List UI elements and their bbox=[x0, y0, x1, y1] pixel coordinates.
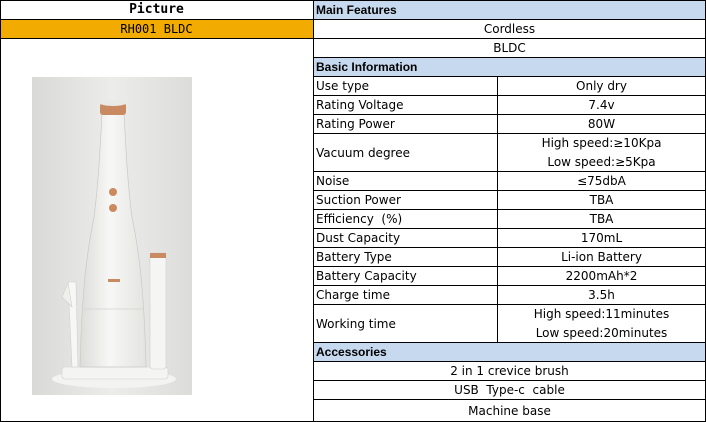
spec-label-text: Dust Capacity bbox=[316, 231, 401, 245]
spec-label-text: Battery Type bbox=[316, 250, 392, 264]
spec-value: High speed:≥10Kpa Low speed:≥5Kpa bbox=[498, 134, 706, 172]
spec-value: Only dry bbox=[498, 77, 706, 96]
spec-label: Working time bbox=[314, 305, 498, 343]
spec-label-text: Rating Voltage bbox=[316, 98, 404, 112]
picture-header-label: Picture bbox=[129, 2, 184, 17]
spec-value: 7.4v bbox=[498, 96, 706, 115]
product-image-cell bbox=[0, 39, 314, 422]
accessory-value: Machine base bbox=[468, 403, 551, 418]
top-cap bbox=[100, 100, 126, 106]
spec-label: Rating Voltage bbox=[314, 96, 498, 115]
spec-value-text: 170mL bbox=[580, 231, 623, 245]
basic-information-title: Basic Information bbox=[316, 60, 418, 74]
spec-value: Li-ion Battery bbox=[498, 248, 706, 267]
spec-label: Battery Capacity bbox=[314, 267, 498, 286]
picture-header: Picture bbox=[0, 0, 314, 20]
spec-value-text: 3.5h bbox=[588, 288, 615, 302]
spec-value-line: Low speed:20minutes bbox=[535, 325, 668, 340]
accessory-row: USB Type-c cable bbox=[314, 381, 706, 400]
spec-value-text: 80W bbox=[587, 117, 616, 131]
spec-value: High speed:11minutes Low speed:20minutes bbox=[498, 305, 706, 343]
spec-value-line: High speed:11minutes bbox=[533, 306, 670, 321]
spec-label-text: Working time bbox=[316, 316, 396, 331]
spec-label-text: Vacuum degree bbox=[316, 145, 410, 160]
spec-value-line: Low speed:≥5Kpa bbox=[547, 154, 656, 169]
battery-cap bbox=[150, 253, 166, 258]
spec-label: Efficiency (%) bbox=[314, 210, 498, 229]
feature-row: BLDC bbox=[314, 39, 706, 58]
accessories-title: Accessories bbox=[316, 345, 387, 359]
model-name: RH001 BLDC bbox=[120, 22, 193, 36]
accessory-row: Machine base bbox=[314, 400, 706, 422]
spec-label-text: Efficiency (%) bbox=[316, 212, 403, 226]
model-name-cell: RH001 BLDC bbox=[0, 20, 314, 39]
accessories-header: Accessories bbox=[314, 343, 706, 362]
spec-label: Noise bbox=[314, 172, 498, 191]
spec-label-text: Use type bbox=[316, 79, 370, 93]
spec-value: TBA bbox=[498, 191, 706, 210]
accessory-value: 2 in 1 crevice brush bbox=[450, 364, 569, 378]
spec-value: ≤75dbA bbox=[498, 172, 706, 191]
spec-value-text: Li-ion Battery bbox=[561, 250, 642, 264]
accessory-value: USB Type-c cable bbox=[454, 383, 565, 397]
spec-value-text: 7.4v bbox=[588, 98, 615, 112]
product-image bbox=[32, 77, 192, 395]
spec-label-text: Charge time bbox=[316, 288, 390, 302]
spare-battery bbox=[149, 252, 167, 370]
feature-value: BLDC bbox=[493, 41, 526, 55]
spec-value: 3.5h bbox=[498, 286, 706, 305]
spec-label: Rating Power bbox=[314, 115, 498, 134]
speed-button-icon bbox=[109, 204, 117, 212]
spec-value: TBA bbox=[498, 210, 706, 229]
spec-label: Dust Capacity bbox=[314, 229, 498, 248]
spec-value: 170mL bbox=[498, 229, 706, 248]
main-features-header: Main Features bbox=[314, 0, 706, 20]
spec-label-text: Battery Capacity bbox=[316, 269, 417, 283]
spec-label-text: Suction Power bbox=[316, 193, 401, 207]
spec-label: Vacuum degree bbox=[314, 134, 498, 172]
spec-value-text: TBA bbox=[589, 193, 614, 207]
feature-value: Cordless bbox=[483, 22, 536, 36]
spec-label: Charge time bbox=[314, 286, 498, 305]
spec-label-text: Rating Power bbox=[316, 117, 395, 131]
power-button-icon bbox=[109, 188, 117, 196]
spec-value-line: High speed:≥10Kpa bbox=[541, 135, 662, 150]
spec-value-text: Only dry bbox=[576, 79, 627, 93]
spec-value-text: 2200mAh*2 bbox=[565, 269, 638, 283]
spec-label-text: Noise bbox=[316, 174, 350, 188]
spec-label: Use type bbox=[314, 77, 498, 96]
spec-label: Battery Type bbox=[314, 248, 498, 267]
basic-information-header: Basic Information bbox=[314, 58, 706, 77]
spec-value-text: ≤75dbA bbox=[577, 174, 626, 188]
accessory-row: 2 in 1 crevice brush bbox=[314, 362, 706, 381]
spec-value-text: TBA bbox=[589, 212, 614, 226]
feature-row: Cordless bbox=[314, 20, 706, 39]
main-features-title: Main Features bbox=[316, 2, 397, 17]
spec-value: 2200mAh*2 bbox=[498, 267, 706, 286]
spec-label: Suction Power bbox=[314, 191, 498, 210]
brand-logo bbox=[108, 279, 120, 282]
spec-value: 80W bbox=[498, 115, 706, 134]
